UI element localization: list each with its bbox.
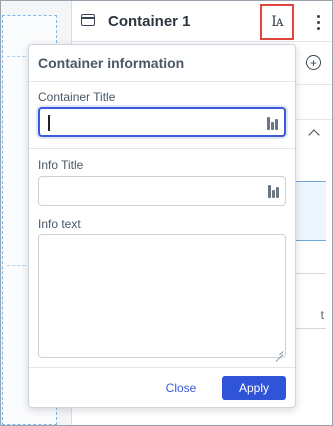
- container-icon: [81, 14, 95, 26]
- text-caret: [48, 115, 50, 131]
- panel-header: Container 1 Iᴀ: [72, 1, 332, 42]
- apply-button[interactable]: Apply: [222, 376, 286, 400]
- more-options-icon[interactable]: [310, 11, 326, 33]
- option-card-label: t: [320, 308, 324, 322]
- info-text-textarea[interactable]: [38, 234, 286, 358]
- variable-icon[interactable]: [267, 117, 278, 130]
- popover-header-divider: [29, 81, 295, 82]
- resize-handle-icon[interactable]: [275, 347, 283, 355]
- container-information-popover: Container information Container Title In…: [28, 44, 296, 408]
- container-title-input[interactable]: [38, 107, 286, 137]
- info-text-label: Info text: [38, 217, 81, 231]
- info-title-input[interactable]: [38, 176, 286, 206]
- footer-divider: [29, 367, 295, 368]
- text-cursor-icon: Iᴀ: [271, 14, 283, 30]
- container-title-label: Container Title: [38, 90, 116, 104]
- text-format-button[interactable]: Iᴀ: [260, 4, 294, 40]
- field-divider: [29, 148, 295, 149]
- variable-icon[interactable]: [268, 185, 279, 198]
- popover-title: Container information: [38, 55, 185, 71]
- info-title-label: Info Title: [38, 158, 84, 172]
- close-button[interactable]: Close: [159, 377, 203, 399]
- chevron-up-icon[interactable]: [308, 129, 320, 141]
- add-circle-icon[interactable]: +: [306, 55, 321, 70]
- panel-title: Container 1: [108, 13, 191, 30]
